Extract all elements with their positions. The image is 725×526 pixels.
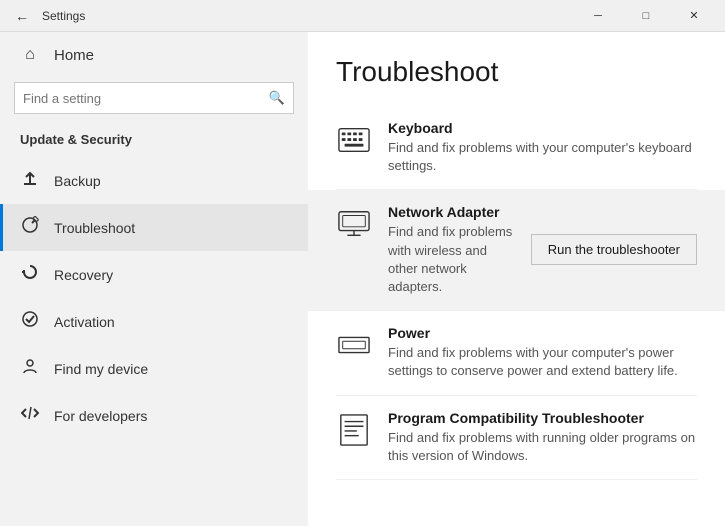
run-troubleshooter-button[interactable]: Run the troubleshooter	[531, 234, 697, 265]
titlebar-title: Settings	[42, 9, 85, 23]
troubleshoot-network: Network Adapter Find and fix problems wi…	[308, 190, 725, 311]
recovery-label: Recovery	[54, 267, 113, 283]
troubleshoot-keyboard: Keyboard Find and fix problems with your…	[336, 106, 697, 190]
power-text: Power Find and fix problems with your co…	[388, 325, 697, 380]
compat-title: Program Compatibility Troubleshooter	[388, 410, 697, 426]
for-developers-icon	[20, 404, 40, 427]
sidebar-section-title: Update & Security	[0, 126, 308, 157]
sidebar: ⌂ Home 🔍 Update & Security Backup	[0, 32, 308, 526]
power-icon	[336, 327, 372, 363]
titlebar: ← Settings ─ □ ✕	[0, 0, 725, 32]
sidebar-home-label: Home	[54, 47, 94, 64]
keyboard-title: Keyboard	[388, 120, 697, 136]
keyboard-text: Keyboard Find and fix problems with your…	[388, 120, 697, 175]
main-layout: ⌂ Home 🔍 Update & Security Backup	[0, 32, 725, 526]
network-title: Network Adapter	[388, 204, 515, 220]
for-developers-label: For developers	[54, 408, 147, 424]
network-icon	[336, 206, 372, 242]
troubleshoot-compat: Program Compatibility Troubleshooter Fin…	[336, 396, 697, 480]
keyboard-icon	[336, 122, 372, 158]
troubleshoot-power: Power Find and fix problems with your co…	[336, 311, 697, 395]
network-actions: Run the troubleshooter	[531, 204, 697, 265]
home-icon: ⌂	[20, 46, 40, 64]
activation-icon	[20, 310, 40, 333]
backup-icon	[20, 169, 40, 192]
close-button[interactable]: ✕	[671, 0, 717, 32]
troubleshoot-label: Troubleshoot	[54, 220, 135, 236]
titlebar-controls: ─ □ ✕	[575, 0, 717, 32]
sidebar-item-backup[interactable]: Backup	[0, 157, 308, 204]
power-desc: Find and fix problems with your computer…	[388, 344, 697, 380]
page-title: Troubleshoot	[336, 56, 697, 88]
sidebar-item-find-my-device[interactable]: Find my device	[0, 345, 308, 392]
compat-text: Program Compatibility Troubleshooter Fin…	[388, 410, 697, 465]
network-text: Network Adapter Find and fix problems wi…	[388, 204, 515, 296]
power-title: Power	[388, 325, 697, 341]
compat-icon	[336, 412, 372, 448]
backup-label: Backup	[54, 173, 101, 189]
content-area: Troubleshoot	[308, 32, 725, 526]
compat-desc: Find and fix problems with running older…	[388, 429, 697, 465]
troubleshoot-list: Keyboard Find and fix problems with your…	[336, 106, 697, 480]
activation-label: Activation	[54, 314, 115, 330]
search-input[interactable]	[23, 91, 269, 106]
sidebar-item-home[interactable]: ⌂ Home	[0, 32, 308, 78]
sidebar-item-activation[interactable]: Activation	[0, 298, 308, 345]
recovery-icon	[20, 263, 40, 286]
search-icon: 🔍	[269, 90, 285, 106]
network-desc: Find and fix problems with wireless and …	[388, 223, 515, 296]
maximize-button[interactable]: □	[623, 0, 669, 32]
search-box[interactable]: 🔍	[14, 82, 294, 114]
sidebar-item-recovery[interactable]: Recovery	[0, 251, 308, 298]
minimize-button[interactable]: ─	[575, 0, 621, 32]
find-my-device-label: Find my device	[54, 361, 148, 377]
keyboard-desc: Find and fix problems with your computer…	[388, 139, 697, 175]
sidebar-item-troubleshoot[interactable]: Troubleshoot	[0, 204, 308, 251]
back-button[interactable]: ←	[8, 2, 36, 30]
troubleshoot-icon	[20, 216, 40, 239]
find-my-device-icon	[20, 357, 40, 380]
sidebar-item-for-developers[interactable]: For developers	[0, 392, 308, 439]
